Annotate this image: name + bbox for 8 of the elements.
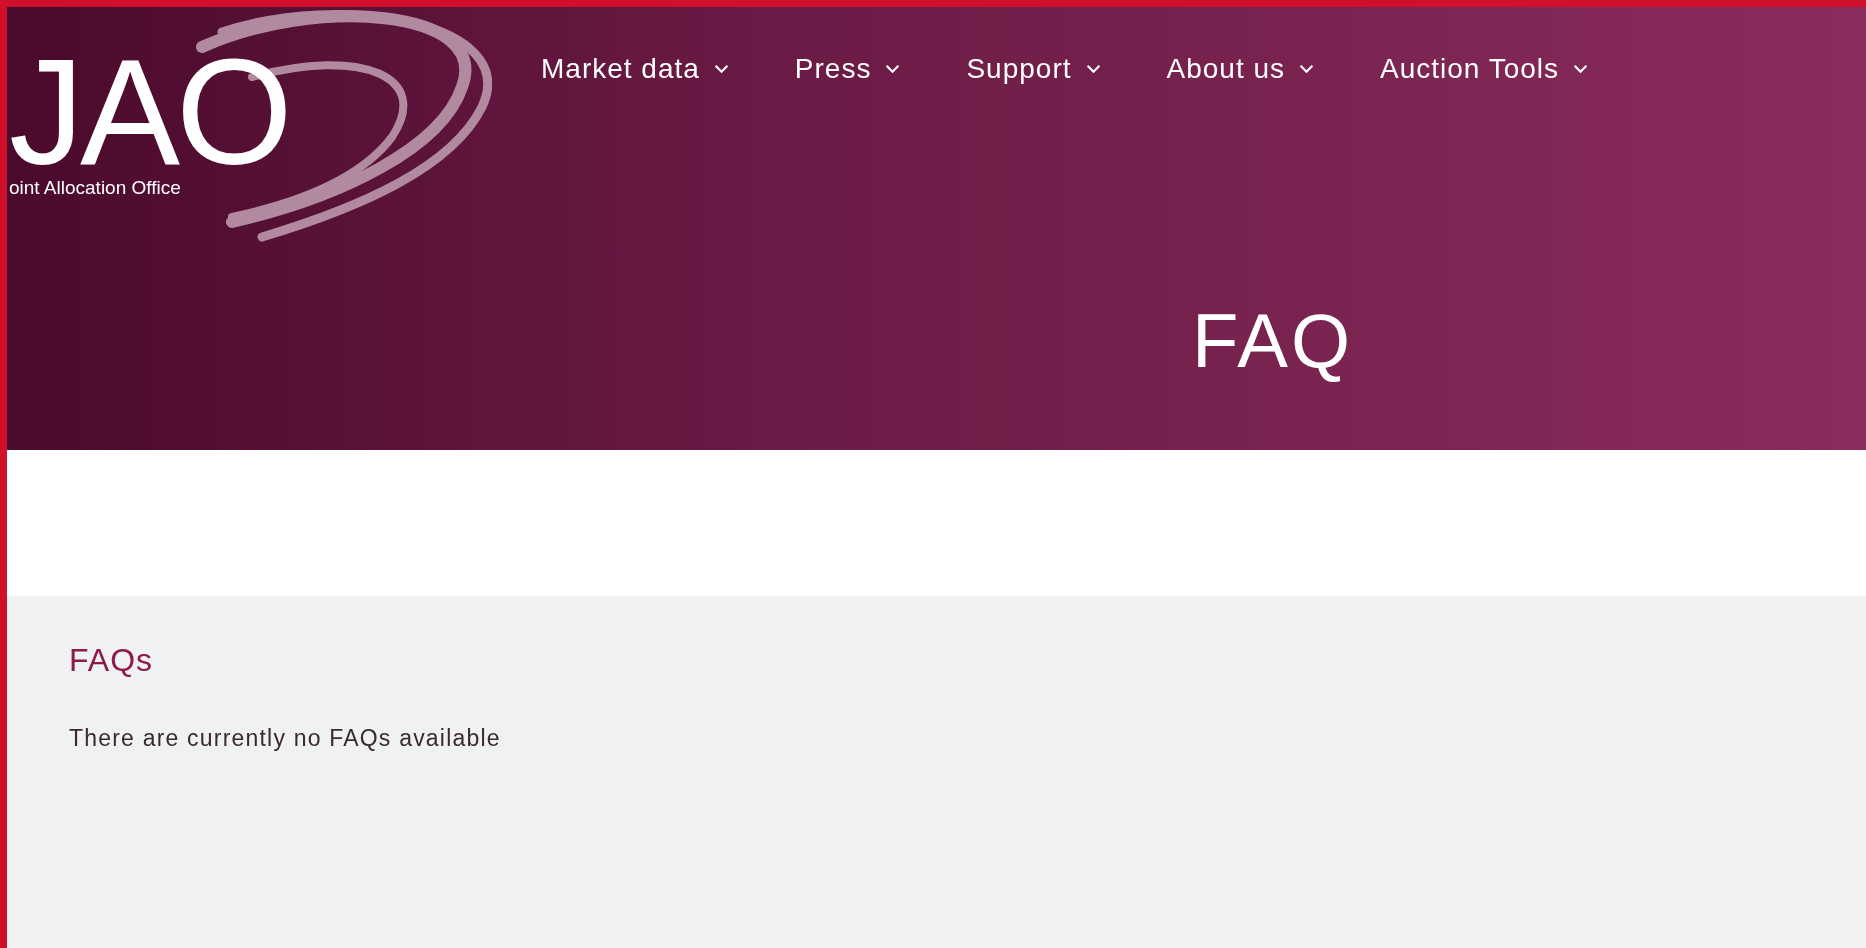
section-heading: FAQs bbox=[69, 642, 154, 679]
empty-message: There are currently no FAQs available bbox=[69, 725, 502, 752]
nav-menu-item[interactable]: Auction Tools bbox=[1380, 49, 1589, 89]
nav-menu-item[interactable]: Market data bbox=[541, 49, 729, 89]
page-title: FAQ bbox=[1192, 297, 1354, 384]
nav-menu-item[interactable]: Support bbox=[966, 49, 1101, 89]
nav-menu-item[interactable]: Press bbox=[794, 49, 901, 89]
nav-menu-item[interactable]: About us bbox=[1166, 49, 1315, 89]
